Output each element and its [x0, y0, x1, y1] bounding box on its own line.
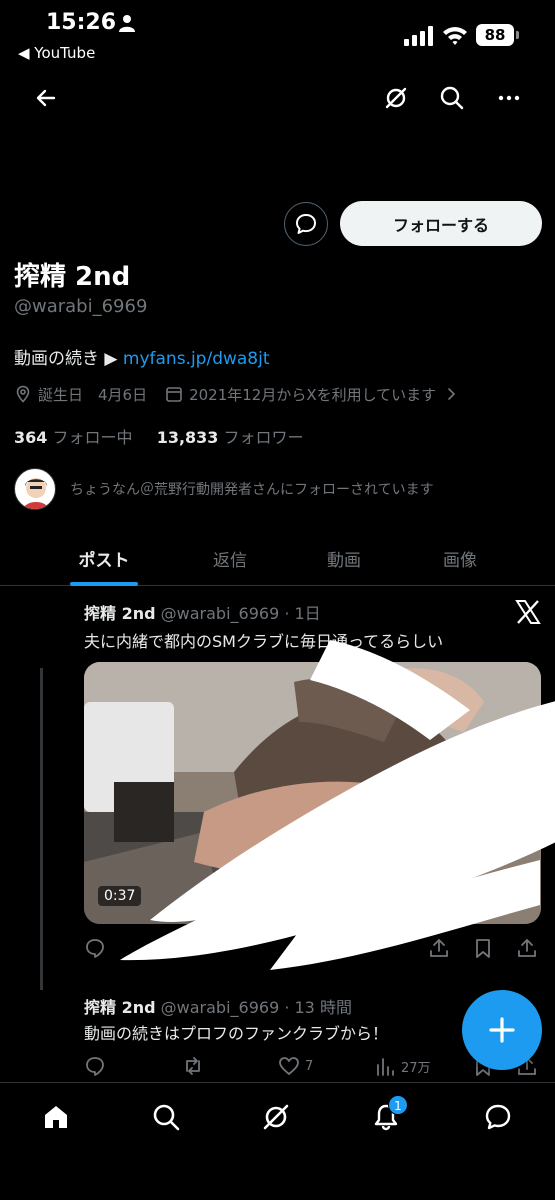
tab-images[interactable]: 画像: [416, 530, 504, 586]
followers-count: 13,833: [156, 428, 219, 447]
bottom-tab-bar: 1: [0, 1082, 555, 1200]
upload-icon: [518, 938, 536, 957]
following-link[interactable]: 364 フォロー中: [14, 428, 133, 447]
follow-button[interactable]: フォローする: [340, 201, 542, 246]
battery-indicator: 88: [476, 24, 520, 46]
bookmark-button[interactable]: [472, 936, 499, 960]
messages-tab[interactable]: [468, 1095, 528, 1139]
battery-tip: [516, 31, 519, 39]
repost-icon: [186, 1057, 200, 1075]
profile-handle: @warabi_6969: [14, 296, 148, 317]
wifi-icon: [443, 27, 467, 45]
battery-level: 88: [476, 24, 514, 46]
post-header[interactable]: 搾精 2nd @warabi_6969 · 1日: [84, 600, 321, 624]
chat-bubble-icon: [296, 214, 316, 234]
search-button[interactable]: [430, 74, 474, 122]
location-pin-icon: [16, 385, 30, 403]
share-icon: [430, 938, 448, 957]
thread-line: [40, 668, 43, 990]
home-tab[interactable]: [26, 1095, 86, 1139]
share-button[interactable]: [428, 936, 455, 960]
birthday: 誕生日 4月6日: [38, 385, 148, 404]
views-button[interactable]: 27万: [374, 1054, 431, 1078]
bio-link[interactable]: myfans.jp/dwa8jt: [123, 349, 270, 369]
active-tab-indicator: [70, 582, 138, 586]
video-duration: 0:37: [98, 886, 142, 906]
chevron-right-icon[interactable]: [442, 385, 460, 403]
clock: 15:26: [46, 10, 117, 35]
heart-icon: [279, 1057, 299, 1075]
search-icon: [153, 1104, 180, 1131]
grok-icon: [263, 1104, 289, 1130]
post-text: 動画の続きはプロフのファンクラブから！: [84, 1024, 389, 1043]
following-count: 364: [14, 428, 48, 447]
reply-icon: [86, 939, 104, 958]
profile-meta: 誕生日 4月6日 2021年12月からXを利用しています: [14, 382, 466, 406]
grok-tab[interactable]: [246, 1095, 306, 1139]
followed-by-row[interactable]: ちょうなん＠荒野行動開発者さんにフォローされています: [14, 468, 434, 510]
tab-videos[interactable]: 動画: [300, 530, 388, 586]
chat-bubble-icon: [485, 1104, 511, 1130]
post-actions: [84, 936, 541, 960]
profile-bio: 動画の続き ▶ myfans.jp/dwa8jt: [14, 344, 270, 369]
person-icon: [119, 15, 135, 32]
notifications-tab[interactable]: 1: [356, 1095, 416, 1139]
search-icon: [440, 86, 464, 110]
compose-post-button[interactable]: [462, 990, 542, 1070]
bio-text: 動画の続き ▶: [14, 349, 123, 369]
more-options-button[interactable]: [487, 74, 531, 122]
search-tab[interactable]: [136, 1095, 196, 1139]
video-thumbnail: [84, 662, 541, 924]
avatar: [14, 468, 56, 510]
message-button[interactable]: [284, 202, 328, 246]
x-logo-icon: [515, 600, 541, 624]
joined-date[interactable]: 2021年12月からXを利用しています: [189, 384, 436, 405]
arrow-left-icon: [36, 89, 56, 107]
notification-badge: 1: [388, 1095, 408, 1115]
tab-replies[interactable]: 返信: [186, 530, 274, 586]
calendar-icon: [166, 387, 182, 402]
grok-icon: [385, 87, 407, 109]
share-button-2[interactable]: [516, 936, 543, 960]
like-button[interactable]: 7: [278, 1054, 313, 1078]
profile-tabs: ポスト 返信 動画 画像: [0, 530, 555, 586]
followed-by-text: ちょうなん＠荒野行動開発者さんにフォローされています: [70, 482, 434, 498]
bar-chart-icon: [377, 1058, 394, 1076]
status-bar: 15:26 ◀ YouTube 88: [0, 0, 555, 70]
follow-stats: 364 フォロー中 13,833 フォロワー: [14, 424, 304, 448]
plus-icon: [489, 1017, 515, 1043]
bookmark-icon: [476, 939, 490, 958]
post-author-name: 搾精 2nd: [84, 604, 156, 623]
post-author-name: 搾精 2nd: [84, 998, 156, 1017]
followers-link[interactable]: 13,833 フォロワー: [157, 428, 304, 447]
profile-display-name: 搾精 2nd: [14, 262, 131, 292]
view-count: 27万: [401, 1060, 431, 1076]
back-to-app-link[interactable]: ◀ YouTube: [18, 44, 95, 62]
following-label: フォロー中: [47, 428, 133, 447]
reply-button[interactable]: [84, 1054, 111, 1078]
back-button[interactable]: [24, 74, 68, 122]
like-count: 7: [305, 1058, 314, 1074]
tab-posts[interactable]: ポスト: [60, 530, 148, 586]
more-horizontal-icon: [498, 95, 520, 101]
post-meta: @warabi_6969 · 1日: [155, 604, 321, 623]
grok-button[interactable]: [374, 74, 418, 122]
home-icon: [45, 1106, 67, 1128]
post-meta: @warabi_6969 · 13 時間: [155, 998, 352, 1017]
profile-nav-bar: [0, 74, 555, 122]
post-header[interactable]: 搾精 2nd @warabi_6969 · 13 時間: [84, 994, 352, 1018]
cellular-signal-icon: [404, 26, 433, 46]
post-text: 夫に内緒で都内のSMクラブに毎日通ってるらしい: [84, 632, 444, 651]
reply-icon: [86, 1057, 104, 1076]
followers-label: フォロワー: [218, 428, 304, 447]
repost-button[interactable]: [182, 1054, 209, 1078]
post-video[interactable]: [84, 662, 541, 924]
reply-button[interactable]: [84, 936, 111, 960]
